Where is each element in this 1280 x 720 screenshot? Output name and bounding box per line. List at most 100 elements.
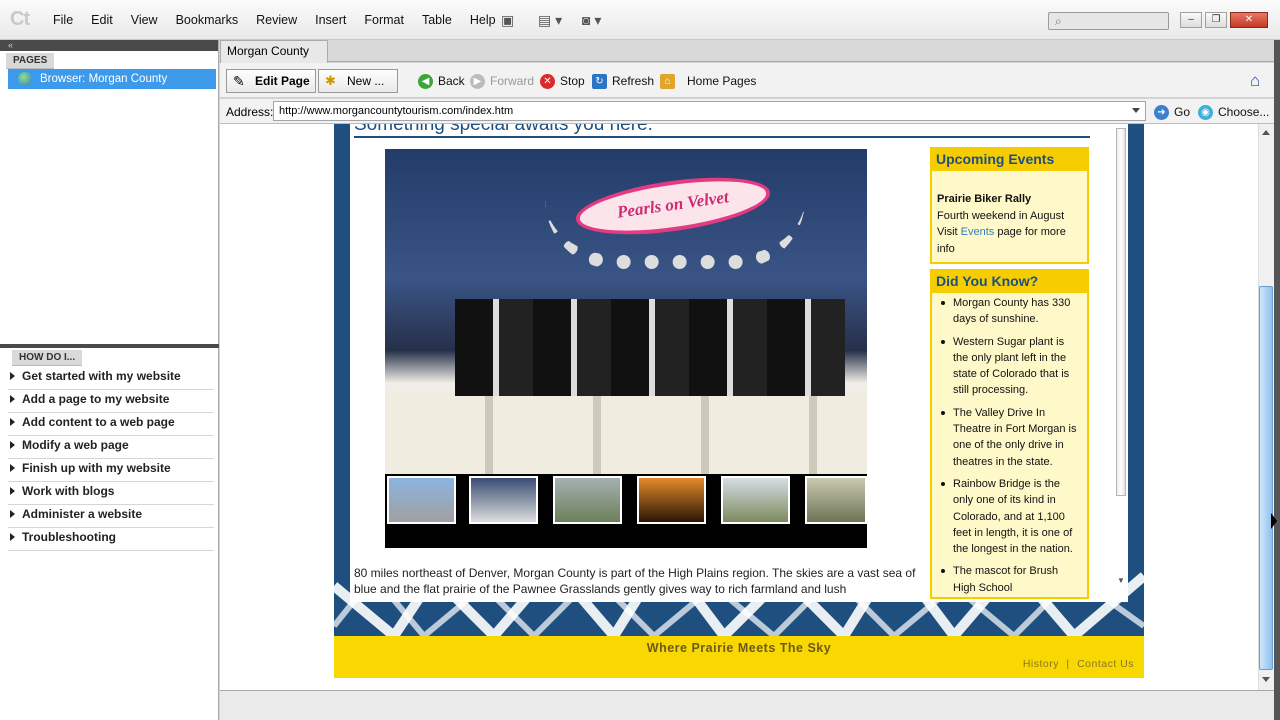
page-scroll-thumb[interactable] [1259, 286, 1273, 670]
back-arrow-icon: ◀ [418, 74, 433, 89]
maximize-button[interactable]: ❐ [1205, 12, 1227, 28]
page-slogan: Something special awaits you here. [354, 124, 653, 135]
globe-icon: ◉ [1198, 105, 1213, 120]
forward-label: Forward [490, 74, 535, 88]
link-separator: | [1066, 658, 1070, 670]
go-button[interactable]: ➜ Go [1154, 104, 1190, 120]
home-icon[interactable]: ⌂ [1250, 71, 1260, 91]
menu-file[interactable]: File [53, 13, 73, 27]
choose-button[interactable]: ◉ Choose... [1198, 104, 1269, 120]
address-label: Address: [226, 105, 274, 119]
back-button[interactable]: ◀ Back [418, 73, 465, 89]
list-item: Rainbow Bridge is the only one of its ki… [938, 476, 1081, 557]
mouse-cursor-icon [1271, 513, 1277, 529]
list-item: The Valley Drive In Theatre in Fort Morg… [938, 405, 1081, 470]
howdoi-item[interactable]: Get started with my website [8, 367, 214, 390]
edit-page-button[interactable]: ✎ Edit Page [226, 69, 316, 93]
menu-help[interactable]: Help [470, 13, 496, 27]
events-body: Prairie Biker Rally Fourth weekend in Au… [932, 171, 1087, 257]
search-input[interactable]: ⌕ [1048, 12, 1169, 30]
howdoi-header: HOW DO I... [12, 350, 83, 366]
thumbnail-image[interactable] [637, 476, 706, 524]
home-pages-button[interactable]: ⌂ Home Pages [660, 73, 756, 89]
history-link[interactable]: History [1023, 658, 1059, 670]
new-button[interactable]: ✱ New ... [318, 69, 398, 93]
forward-arrow-icon: ▶ [470, 74, 485, 89]
refresh-button[interactable]: ↻ Refresh [592, 73, 654, 89]
page-item-browser-morgan-county[interactable]: Browser: Morgan County [8, 69, 216, 89]
menu-bookmarks[interactable]: Bookmarks [176, 13, 239, 27]
globe-icon [18, 72, 32, 86]
menu-insert[interactable]: Insert [315, 13, 346, 27]
status-bar [220, 690, 1280, 720]
chevron-down-icon[interactable] [1132, 108, 1140, 113]
menu-review[interactable]: Review [256, 13, 297, 27]
stop-icon: ✕ [540, 74, 555, 89]
back-label: Back [438, 74, 465, 88]
howdoi-item[interactable]: Work with blogs [8, 482, 214, 505]
content-area: Something special awaits you here. Pearl… [350, 124, 1128, 602]
howdoi-item[interactable]: Add a page to my website [8, 390, 214, 413]
menu-list: File Edit View Bookmarks Review Insert F… [44, 13, 505, 27]
edit-page-label: Edit Page [255, 74, 310, 88]
window-edge [1274, 40, 1280, 720]
band-photo[interactable]: Pearls on Velvet [385, 149, 867, 474]
browser-viewport: Something special awaits you here. Pearl… [220, 124, 1258, 690]
home-pages-icon: ⌂ [660, 74, 675, 89]
event-date: Fourth weekend in August [937, 209, 1065, 222]
music-stands [385, 396, 867, 474]
footer-tagline: Where Prairie Meets The Sky [646, 641, 832, 655]
howdoi-item[interactable]: Finish up with my website [8, 459, 214, 482]
howdoi-item[interactable]: Add content to a web page [8, 413, 214, 436]
thumbnail-image[interactable] [387, 476, 456, 524]
thumbnail-image[interactable] [805, 476, 867, 524]
scroll-down-icon[interactable] [1262, 677, 1270, 682]
minimize-button[interactable]: – [1180, 12, 1202, 28]
inner-scrollbar[interactable]: ▼ [1116, 128, 1126, 598]
event-title: Prairie Biker Rally [937, 193, 1032, 205]
thumbnail-image[interactable] [721, 476, 790, 524]
list-item: Western Sugar plant is the only plant le… [938, 334, 1081, 399]
howdoi-item[interactable]: Modify a web page [8, 436, 214, 459]
scroll-down-icon[interactable]: ▼ [1117, 576, 1125, 585]
app-logo: Ct [10, 8, 30, 30]
home-pages-label: Home Pages [687, 74, 757, 88]
footer-links: History | Contact Us [1023, 658, 1134, 670]
new-page-icon: ✱ [325, 73, 336, 88]
dyk-list: Morgan County has 330 days of sunshine. … [932, 293, 1087, 597]
layout-icon[interactable]: ▤ ▾ [538, 12, 562, 30]
menu-table[interactable]: Table [422, 13, 452, 27]
address-input[interactable]: http://www.morgancountytourism.com/index… [273, 101, 1146, 121]
menu-edit[interactable]: Edit [91, 13, 113, 27]
forward-button[interactable]: ▶ Forward [470, 73, 534, 89]
menu-format[interactable]: Format [364, 13, 404, 27]
tab-morgan-county[interactable]: Morgan County [220, 40, 328, 63]
collapse-pane-icon[interactable]: « [0, 40, 218, 51]
scroll-up-icon[interactable] [1262, 130, 1270, 135]
pane-divider[interactable] [0, 344, 219, 348]
screen-icon[interactable]: ◙ ▾ [582, 12, 601, 30]
close-button[interactable]: ✕ [1230, 12, 1268, 28]
howdoi-item[interactable]: Troubleshooting [8, 528, 214, 551]
upcoming-events-box: Upcoming Events Prairie Biker Rally Four… [930, 147, 1089, 264]
inner-scroll-thumb[interactable] [1116, 128, 1126, 496]
band-members [455, 299, 845, 399]
event-note: Visit Events page for more info [937, 224, 1082, 257]
list-item: The mascot for Brush High School (Beetdi… [938, 563, 1081, 597]
go-arrow-icon: ➜ [1154, 105, 1169, 120]
menu-view[interactable]: View [131, 13, 158, 27]
pages-header: PAGES [6, 53, 55, 69]
events-link[interactable]: Events [961, 226, 995, 238]
dyk-heading: Did You Know? [932, 271, 1087, 293]
address-bar: Address: http://www.morgancountytourism.… [220, 99, 1280, 124]
bridge-icon[interactable]: ▣ [501, 12, 514, 30]
thumbnail-image[interactable] [469, 476, 538, 524]
divider [354, 136, 1090, 138]
site-footer: Where Prairie Meets The Sky History | Co… [334, 636, 1144, 678]
browser-toolbar: ✎ Edit Page ✱ New ... ◀ Back ▶ Forward ✕… [220, 63, 1280, 98]
howdoi-item[interactable]: Administer a website [8, 505, 214, 528]
stop-button[interactable]: ✕ Stop [540, 73, 585, 89]
edit-page-icon: ✎ [233, 73, 245, 89]
contact-us-link[interactable]: Contact Us [1077, 658, 1134, 670]
thumbnail-image[interactable] [553, 476, 622, 524]
